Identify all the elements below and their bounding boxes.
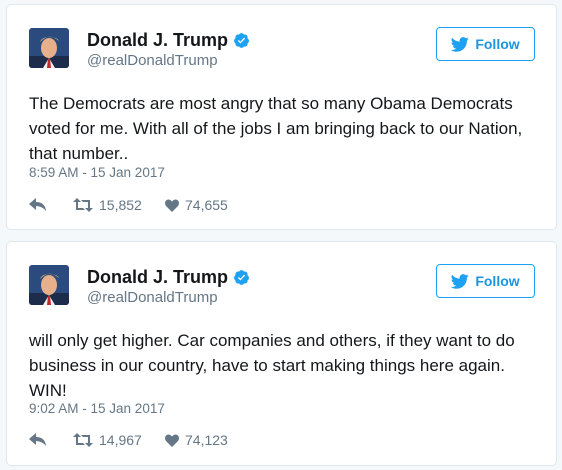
twitter-bird-icon — [451, 273, 470, 289]
tweet-actions: 14,967 74,123 — [29, 430, 228, 450]
reply-button[interactable] — [29, 198, 73, 212]
tweet-card: Donald J. Trump @realDonaldTrump Follow … — [6, 241, 557, 466]
retweet-button[interactable]: 14,967 — [73, 432, 165, 448]
reply-icon — [29, 198, 46, 211]
tweet-timestamp[interactable]: 8:59 AM - 15 Jan 2017 — [29, 165, 165, 180]
follow-label: Follow — [475, 36, 520, 52]
like-button[interactable]: 74,123 — [165, 432, 228, 448]
author-name-text: Donald J. Trump — [87, 30, 229, 50]
like-count: 74,123 — [185, 432, 228, 448]
author-handle[interactable]: @realDonaldTrump — [87, 289, 218, 306]
tweet-timestamp[interactable]: 9:02 AM - 15 Jan 2017 — [29, 401, 165, 416]
heart-icon — [165, 433, 179, 447]
verified-badge-icon — [234, 33, 250, 48]
reply-button[interactable] — [29, 433, 73, 447]
retweet-icon — [73, 433, 93, 447]
retweet-icon — [73, 198, 93, 212]
tweet-text: will only get higher. Car companies and … — [29, 331, 515, 400]
tweet-actions: 15,852 74,655 — [29, 195, 228, 215]
retweet-button[interactable]: 15,852 — [73, 197, 165, 213]
avatar[interactable] — [29, 28, 69, 68]
follow-button[interactable]: Follow — [436, 264, 535, 298]
verified-badge-icon — [234, 270, 250, 285]
author-name[interactable]: Donald J. Trump — [87, 30, 250, 51]
follow-label: Follow — [475, 273, 520, 289]
author-name[interactable]: Donald J. Trump — [87, 267, 250, 288]
retweet-count: 15,852 — [99, 197, 142, 213]
tweet-text: The Democrats are most angry that so man… — [29, 94, 523, 163]
avatar[interactable] — [29, 265, 69, 305]
retweet-count: 14,967 — [99, 432, 142, 448]
like-button[interactable]: 74,655 — [165, 197, 228, 213]
reply-icon — [29, 433, 46, 446]
author-name-text: Donald J. Trump — [87, 267, 229, 287]
twitter-bird-icon — [451, 36, 470, 52]
tweet-card: Donald J. Trump @realDonaldTrump Follow … — [6, 4, 557, 230]
like-count: 74,655 — [185, 197, 228, 213]
follow-button[interactable]: Follow — [436, 27, 535, 61]
author-handle[interactable]: @realDonaldTrump — [87, 52, 218, 69]
heart-icon — [165, 198, 179, 212]
